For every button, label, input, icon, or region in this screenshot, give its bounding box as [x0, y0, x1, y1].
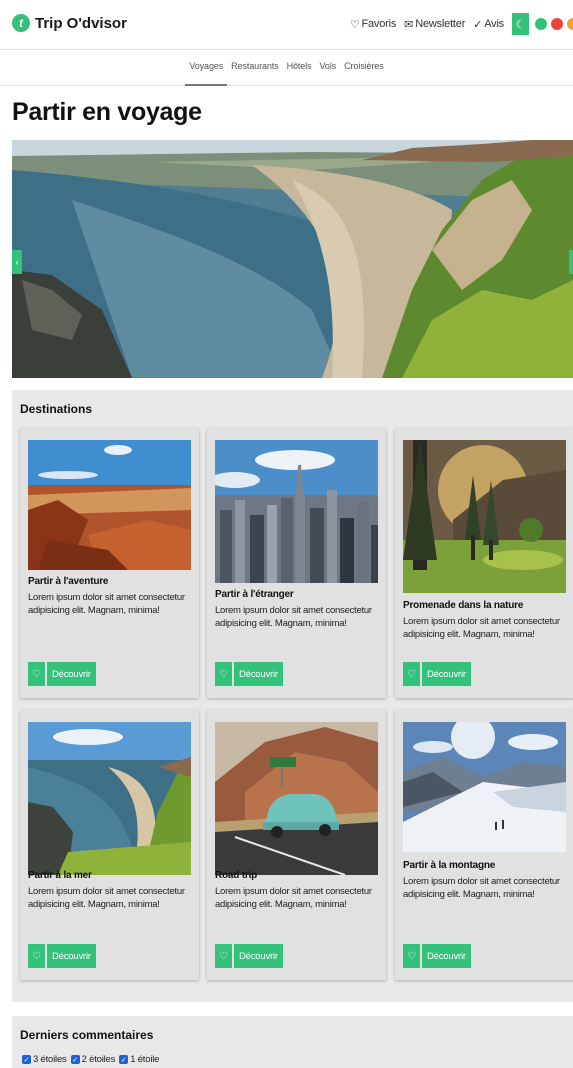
- card-description: Lorem ipsum dolor sit amet consectetur a…: [403, 616, 560, 640]
- favoris-label: Favoris: [361, 18, 397, 30]
- card-image: [215, 440, 378, 583]
- newsletter-label: Newsletter: [415, 18, 466, 30]
- logo-icon: t: [12, 14, 30, 32]
- card-title: Partir à la montagne: [403, 860, 496, 871]
- destination-card-aventure: Partir à l'aventure Lorem ipsum dolor si…: [20, 428, 199, 698]
- discover-button[interactable]: Découvrir: [47, 944, 96, 968]
- checkbox-checked-icon[interactable]: ✓: [22, 1055, 31, 1064]
- comments-section: Derniers commentaires ✓ 3 étoiles ✓ 2 ét…: [12, 1016, 573, 1068]
- comments-title: Derniers commentaires: [20, 1028, 154, 1042]
- nav-hotels[interactable]: Hôtels: [283, 50, 316, 86]
- brand-logo[interactable]: t Trip O'dvisor: [12, 14, 127, 32]
- card-image: [215, 722, 378, 875]
- card-actions: ♡ Découvrir: [403, 662, 471, 686]
- mail-icon: ✉: [404, 18, 414, 31]
- heart-icon: ♡: [219, 668, 228, 680]
- checkbox-checked-icon[interactable]: ✓: [119, 1055, 129, 1064]
- carousel-prev-button[interactable]: ‹: [12, 250, 22, 274]
- destination-card-mer: Partir à la mer Lorem ipsum dolor sit am…: [20, 710, 199, 980]
- destination-card-etranger: Partir à l'étranger Lorem ipsum dolor si…: [207, 428, 386, 698]
- filter-1-star[interactable]: ✓ 1 étoile: [119, 1054, 159, 1065]
- newsletter-link[interactable]: ✉ Newsletter: [404, 18, 465, 31]
- orange-theme-dot[interactable]: [567, 18, 573, 30]
- filter-2-stars[interactable]: ✓ 2 étoiles: [70, 1054, 116, 1065]
- carousel-next-button[interactable]: [569, 250, 573, 274]
- favoris-link[interactable]: ♡ Favoris: [349, 18, 397, 31]
- heart-icon: ♡: [32, 668, 41, 680]
- hero-carousel: ‹: [12, 140, 573, 378]
- favorite-button[interactable]: ♡: [28, 944, 45, 968]
- hero-image: [12, 140, 573, 378]
- favorite-button[interactable]: ♡: [215, 662, 232, 686]
- page-title: Partir en voyage: [12, 98, 202, 126]
- nav-voyages[interactable]: Voyages: [185, 50, 228, 86]
- heart-icon: ♡: [407, 668, 416, 680]
- rating-filters: ✓ 3 étoiles ✓ 2 étoiles ✓ 1 étoile: [22, 1054, 163, 1065]
- card-title: Partir à l'étranger: [215, 589, 294, 600]
- chevron-left-icon: ‹: [15, 257, 19, 267]
- discover-button[interactable]: Découvrir: [422, 662, 471, 686]
- destination-card-montagne: Partir à la montagne Lorem ipsum dolor s…: [395, 710, 573, 980]
- checkbox-checked-icon[interactable]: ✓: [70, 1055, 80, 1064]
- heart-icon: ♡: [32, 950, 41, 962]
- card-description: Lorem ipsum dolor sit amet consectetur a…: [215, 605, 372, 629]
- theme-toggle-button[interactable]: ☾: [512, 13, 529, 35]
- card-title: Promenade dans la nature: [403, 600, 524, 611]
- destinations-title: Destinations: [20, 402, 93, 416]
- card-image: [403, 722, 566, 852]
- nav-vols[interactable]: Vols: [316, 50, 341, 86]
- favorite-button[interactable]: ♡: [28, 662, 45, 686]
- card-actions: ♡ Découvrir: [28, 662, 96, 686]
- card-description: Lorem ipsum dolor sit amet consectetur a…: [28, 592, 185, 616]
- favorite-button[interactable]: ♡: [403, 662, 420, 686]
- red-theme-dot[interactable]: [551, 18, 563, 30]
- nav-croisieres[interactable]: Croisières: [340, 50, 388, 86]
- discover-button[interactable]: Découvrir: [234, 662, 283, 686]
- main-nav: Voyages Restaurants Hôtels Vols Croisièr…: [0, 50, 573, 86]
- destination-card-nature: Promenade dans la nature Lorem ipsum dol…: [395, 428, 573, 698]
- card-image: [28, 440, 191, 570]
- card-image: [403, 440, 566, 593]
- heart-icon: ♡: [219, 950, 228, 962]
- discover-button[interactable]: Découvrir: [234, 944, 283, 968]
- avis-link[interactable]: ✓ Avis: [473, 18, 504, 31]
- card-image: [28, 722, 191, 875]
- discover-button[interactable]: Découvrir: [422, 944, 471, 968]
- filter-label: 1 étoile: [130, 1054, 160, 1065]
- green-theme-dot[interactable]: [535, 18, 547, 30]
- nav-restaurants[interactable]: Restaurants: [227, 50, 282, 86]
- card-title: Partir à l'aventure: [28, 576, 109, 587]
- filter-label: 3 étoiles: [33, 1054, 67, 1065]
- card-actions: ♡ Découvrir: [215, 944, 283, 968]
- card-actions: ♡ Découvrir: [28, 944, 96, 968]
- site-header: t Trip O'dvisor ♡ Favoris ✉ Newsletter ✓…: [0, 0, 573, 50]
- heart-icon: ♡: [407, 950, 416, 962]
- avis-label: Avis: [484, 18, 504, 30]
- card-description: Lorem ipsum dolor sit amet consectetur a…: [28, 886, 185, 910]
- filter-label: 2 étoiles: [81, 1054, 116, 1065]
- moon-icon: ☾: [515, 18, 526, 31]
- card-description: Lorem ipsum dolor sit amet consectetur a…: [215, 886, 372, 910]
- destinations-section: Destinations Partir à l'aventure Lorem i…: [12, 390, 573, 1002]
- card-actions: ♡ Découvrir: [215, 662, 283, 686]
- favorite-button[interactable]: ♡: [215, 944, 232, 968]
- card-description: Lorem ipsum dolor sit amet consectetur a…: [403, 876, 560, 900]
- favorite-button[interactable]: ♡: [403, 944, 420, 968]
- card-title: Road trip: [215, 870, 258, 881]
- discover-button[interactable]: Découvrir: [47, 662, 96, 686]
- card-title: Partir à la mer: [28, 870, 92, 881]
- card-actions: ♡ Découvrir: [403, 944, 471, 968]
- check-badge-icon: ✓: [473, 18, 483, 31]
- brand-name: Trip O'dvisor: [35, 14, 127, 32]
- destination-card-road-trip: Road trip Lorem ipsum dolor sit amet con…: [207, 710, 386, 980]
- filter-3-stars[interactable]: ✓ 3 étoiles: [22, 1054, 67, 1065]
- header-links: ♡ Favoris ✉ Newsletter ✓ Avis ☾: [350, 13, 573, 35]
- heart-icon: ♡: [349, 18, 360, 31]
